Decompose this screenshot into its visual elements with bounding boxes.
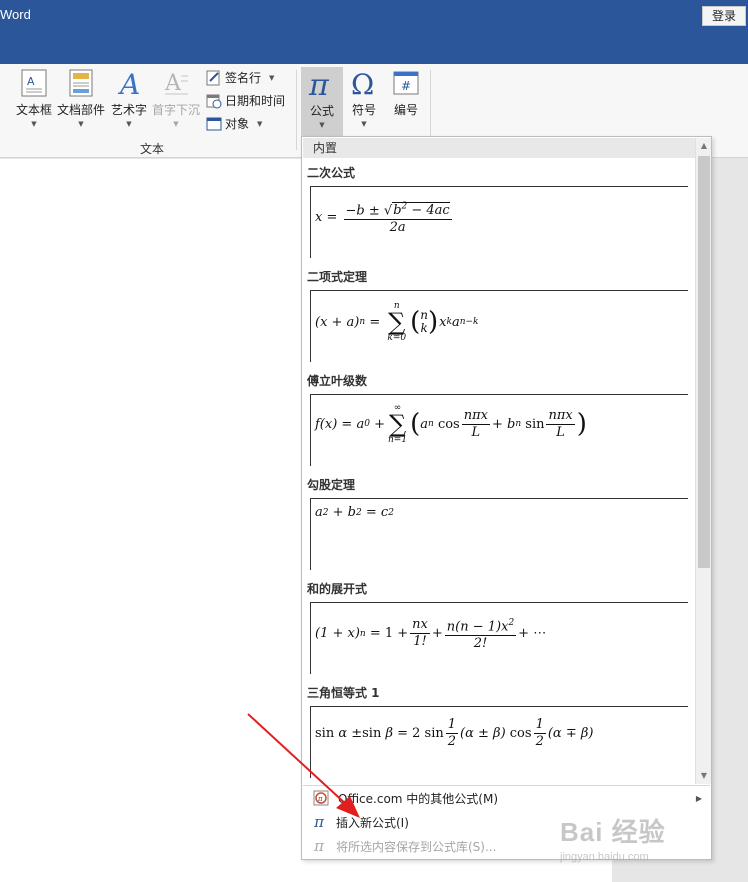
- gallery-scrollbar[interactable]: ▲ ▼: [695, 138, 711, 784]
- eq-title: 二次公式: [307, 166, 356, 180]
- equation-binomial: (x + a) n = n ∑ k=0 (n k) x k a n−k: [315, 301, 479, 343]
- chevron-right-icon: ▶: [695, 793, 702, 803]
- symbol-label: 符号: [351, 103, 376, 117]
- title-bar: Word 登录: [0, 0, 748, 64]
- symbol-button[interactable]: Ω 符号 ▼: [345, 68, 383, 128]
- signature-line-button[interactable]: 签名行 ▼: [206, 69, 274, 86]
- equation-item-fourier[interactable]: f(x) = a0 + ∞ ∑ n=1 (a n cos nπx L + bn sin …: [310, 394, 688, 466]
- save-equation-icon: π: [314, 837, 324, 855]
- scroll-down-icon[interactable]: ▼: [696, 768, 712, 784]
- eq-title: 勾股定理: [307, 478, 356, 492]
- equation-item-expansion[interactable]: (1 + x) n = 1 + nx 1! + n(n − 1)x2 2! + ⋯: [310, 602, 688, 674]
- object-icon: [206, 117, 222, 130]
- scroll-thumb[interactable]: [698, 156, 710, 568]
- chevron-down-icon: ▼: [31, 120, 37, 128]
- omega-icon: Ω: [351, 68, 374, 98]
- chevron-down-icon: ▼: [78, 120, 84, 128]
- scroll-up-icon[interactable]: ▲: [696, 138, 712, 154]
- dropcap-label: 首字下沉: [151, 103, 200, 117]
- object-label: 对象: [225, 117, 250, 131]
- eq-title: 和的展开式: [307, 582, 368, 596]
- pi-icon: π: [308, 69, 330, 99]
- svg-text:A: A: [27, 75, 35, 88]
- calendar-clock-icon: [206, 94, 222, 108]
- chevron-down-icon: ▼: [126, 120, 132, 128]
- equation-quadratic: x = −b ± √b2 − 4ac 2a: [315, 199, 454, 236]
- chevron-down-icon: ▼: [319, 121, 325, 129]
- equation-item-pythagorean[interactable]: a2 + b2 = c2: [310, 498, 688, 570]
- svg-text:A: A: [164, 71, 182, 96]
- wordart-button[interactable]: A 艺术字 ▼: [108, 68, 150, 128]
- watermark: Bai 经验 jingyan.baidu.com: [560, 812, 720, 872]
- object-button[interactable]: 对象 ▼: [206, 115, 262, 132]
- text-group-label: 文本: [140, 142, 165, 156]
- equation-fourier: f(x) = a0 + ∞ ∑ n=1 (a n cos nπx L + bn sin …: [315, 403, 587, 445]
- equation-expansion: (1 + x) n = 1 + nx 1! + n(n − 1)x2 2! + ⋯: [315, 615, 546, 652]
- gallery-list: 二次公式 x = −b ± √b2 − 4ac 2a 二项式定理 (x + a) n…: [303, 158, 695, 784]
- app-title: Word: [0, 7, 31, 22]
- chevron-down-icon: ▼: [257, 119, 263, 128]
- wordart-label: 艺术字: [110, 103, 147, 117]
- quickparts-button[interactable]: 文档部件 ▼: [56, 68, 106, 128]
- svg-text:A: A: [117, 68, 140, 98]
- watermark-text: Bai 经验: [560, 817, 666, 847]
- gallery-header: 内置: [303, 138, 695, 158]
- textbox-label: 文本框: [15, 103, 52, 117]
- watermark-url: jingyan.baidu.com: [560, 851, 649, 863]
- equation-pythagorean: a2 + b2 = c2: [315, 505, 394, 520]
- svg-text:Ω: Ω: [351, 68, 374, 98]
- annotation-arrow: [247, 713, 360, 818]
- ribbon-separator: [296, 70, 297, 150]
- eq-title: 二项式定理: [307, 270, 368, 284]
- equation-item-binomial[interactable]: (x + a) n = n ∑ k=0 (n k) x k a n−k: [310, 290, 688, 362]
- datetime-label: 日期和时间: [225, 94, 286, 108]
- dropcap-icon: A: [164, 71, 188, 96]
- quickparts-icon: [69, 69, 93, 97]
- equation-item-quadratic[interactable]: x = −b ± √b2 − 4ac 2a: [310, 186, 688, 258]
- textbox-icon: A: [21, 69, 47, 97]
- number-label: 编号: [393, 103, 418, 117]
- wordart-icon: A: [117, 68, 140, 98]
- svg-text:π: π: [308, 69, 330, 99]
- number-icon: #: [393, 71, 419, 95]
- datetime-button[interactable]: 日期和时间: [206, 92, 285, 109]
- eq-title: 傅立叶级数: [307, 374, 368, 388]
- save-selection-label: 将所选内容保存到公式库(S)...: [336, 839, 497, 854]
- chevron-down-icon: ▼: [361, 120, 367, 128]
- login-button[interactable]: 登录: [702, 6, 746, 26]
- signature-icon: [206, 70, 220, 85]
- signature-label: 签名行: [225, 71, 262, 85]
- textbox-button[interactable]: A 文本框 ▼: [14, 68, 54, 128]
- chevron-down-icon: ▼: [269, 73, 275, 82]
- quickparts-label: 文档部件: [56, 103, 105, 117]
- svg-text:#: #: [401, 79, 411, 93]
- eq-title: 三角恒等式 1: [307, 686, 380, 700]
- chevron-down-icon: ▼: [173, 120, 179, 128]
- number-button[interactable]: # 编号: [387, 68, 425, 118]
- dropcap-button[interactable]: A 首字下沉 ▼: [150, 68, 202, 128]
- equation-label: 公式: [309, 104, 334, 118]
- equation-button[interactable]: π 公式 ▼: [301, 67, 343, 137]
